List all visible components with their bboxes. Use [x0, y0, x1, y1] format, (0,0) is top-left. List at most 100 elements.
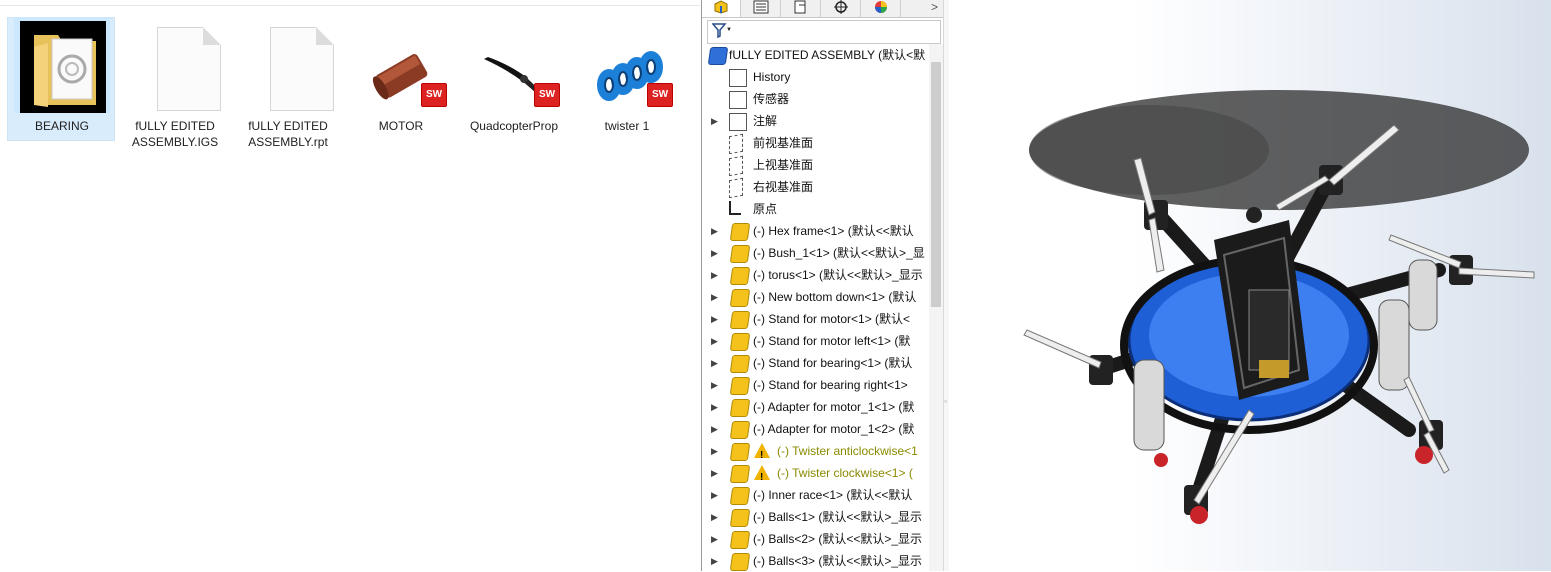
tree-node[interactable]: ▶ (-) Twister clockwise<1> ( [702, 462, 930, 484]
tree-node-label: (-) Stand for motor left<1> (默 [753, 334, 911, 348]
filter-dropdown-icon[interactable]: ▼ [726, 27, 732, 33]
tree-node-label: (-) Twister clockwise<1> ( [777, 466, 913, 480]
tree-node[interactable]: ▶ (-) Balls<1> (默认<<默认>_显示 [702, 506, 930, 528]
expand-arrow-icon[interactable]: ▶ [711, 220, 718, 242]
file-name: fULLY EDITED ASSEMBLY.rpt [248, 119, 328, 149]
tree-node[interactable]: ▶ 注解 [702, 110, 930, 132]
tree-node-label: (-) Inner race<1> (默认<<默认 [753, 488, 913, 502]
tree-node-label: (-) Hex frame<1> (默认<<默认 [753, 224, 914, 238]
tree-node[interactable]: History [702, 66, 930, 88]
scrollbar-thumb[interactable] [931, 62, 941, 307]
tree-node[interactable]: ▶ (-) Hex frame<1> (默认<<默认 [702, 220, 930, 242]
tree-node[interactable]: ▶ (-) Balls<2> (默认<<默认>_显示 [702, 528, 930, 550]
tree-node[interactable]: 前视基准面 [702, 132, 930, 154]
solidworks-badge-icon: SW [534, 83, 560, 107]
configurationmanager-tab-icon[interactable] [782, 0, 821, 17]
solidworks-badge-icon: SW [421, 83, 447, 107]
tree-node[interactable]: 右视基准面 [702, 176, 930, 198]
tree-node-label: (-) Twister anticlockwise<1 [777, 444, 918, 458]
tree-node-label: 前视基准面 [753, 136, 814, 150]
tree-root-label: fULLY EDITED ASSEMBLY (默认<默 [729, 48, 926, 62]
tree-node[interactable]: ▶ (-) Adapter for motor_1<1> (默 [702, 396, 930, 418]
featuremanager-tab-icon[interactable] [702, 0, 741, 17]
expand-arrow-icon[interactable]: ▶ [711, 352, 718, 374]
tree-node-label: (-) New bottom down<1> (默认 [753, 290, 917, 304]
graphics-viewport[interactable] [949, 0, 1551, 571]
part-icon [729, 399, 751, 417]
tree-node[interactable]: ▶ (-) Stand for bearing<1> (默认 [702, 352, 930, 374]
expand-arrow-icon[interactable]: ▶ [711, 110, 718, 132]
tree-filter-box[interactable]: ▼ [707, 20, 941, 44]
part-icon [729, 355, 751, 373]
file-item-igs[interactable]: fULLY EDITED ASSEMBLY.IGS [120, 17, 230, 150]
tree-node[interactable]: ▶ (-) New bottom down<1> (默认 [702, 286, 930, 308]
part-icon [729, 377, 751, 395]
file-name: QuadcopterProp [469, 119, 559, 133]
expand-arrow-icon[interactable]: ▶ [711, 264, 718, 286]
expand-arrow-icon[interactable]: ▶ [711, 286, 718, 308]
tree-node[interactable]: 原点 [702, 198, 930, 220]
tree-node-label: (-) Balls<2> (默认<<默认>_显示 [753, 532, 923, 546]
display-manager-tab-icon[interactable] [862, 0, 901, 17]
plane-icon [729, 177, 743, 198]
tree-node[interactable]: 上视基准面 [702, 154, 930, 176]
expand-arrow-icon[interactable]: ▶ [711, 308, 718, 330]
part-icon [729, 245, 751, 263]
dimxpert-tab-icon[interactable] [822, 0, 861, 17]
expand-arrow-icon[interactable]: ▶ [711, 440, 718, 462]
document-icon [240, 17, 336, 113]
tree-node[interactable]: ▶ (-) Stand for motor left<1> (默 [702, 330, 930, 352]
expand-arrow-icon[interactable]: ▶ [711, 242, 718, 264]
file-item-bearing[interactable]: BEARING [7, 17, 117, 141]
file-item-motor[interactable]: SW MOTOR [346, 17, 456, 134]
folder-icon [14, 17, 110, 113]
origin-icon [729, 201, 741, 215]
expand-arrow-icon[interactable]: ▶ [711, 374, 718, 396]
file-item-twister[interactable]: SW twister 1 [572, 17, 682, 134]
annotation-icon [729, 113, 747, 131]
solidworks-badge-icon: SW [647, 83, 673, 107]
warning-icon [729, 465, 751, 483]
plane-icon [729, 155, 743, 176]
tree-node[interactable]: ▶ (-) Balls<3> (默认<<默认>_显示 [702, 550, 930, 572]
expand-arrow-icon[interactable]: ▶ [711, 484, 718, 506]
tree-node[interactable]: ▶ (-) torus<1> (默认<<默认>_显示 [702, 264, 930, 286]
tree-node[interactable]: ▶ (-) Stand for bearing right<1> [702, 374, 930, 396]
tree-node[interactable]: ▶ (-) Adapter for motor_1<2> (默 [702, 418, 930, 440]
explorer-top-border [0, 0, 700, 6]
tree-root-assembly[interactable]: fULLY EDITED ASSEMBLY (默认<默 [702, 44, 930, 66]
document-icon [127, 17, 223, 113]
expand-arrow-icon[interactable]: ▶ [711, 550, 718, 572]
hexacopter-model[interactable] [949, 0, 1551, 571]
tabs-more-icon[interactable]: > [931, 0, 938, 14]
expand-arrow-icon[interactable]: ▶ [711, 418, 718, 440]
splitter-grip-icon[interactable]: ◦ [944, 396, 947, 406]
tree-node-label: (-) Balls<3> (默认<<默认>_显示 [753, 554, 923, 568]
expand-arrow-icon[interactable]: ▶ [711, 396, 718, 418]
tree-node[interactable]: ▶ (-) Stand for motor<1> (默认< [702, 308, 930, 330]
expand-arrow-icon[interactable]: ▶ [711, 462, 718, 484]
history-icon [729, 69, 747, 87]
tree-node[interactable]: ▶ (-) Bush_1<1> (默认<<默认>_显 [702, 242, 930, 264]
expand-arrow-icon[interactable]: ▶ [711, 330, 718, 352]
tree-node[interactable]: 传感器 [702, 88, 930, 110]
part-icon [729, 267, 751, 285]
warning-triangle-icon [754, 465, 770, 484]
expand-arrow-icon[interactable]: ▶ [711, 528, 718, 550]
file-name: BEARING [34, 119, 89, 133]
tree-node-label: (-) Adapter for motor_1<1> (默 [753, 400, 915, 414]
part-icon [729, 487, 751, 505]
tree-scrollbar[interactable] [929, 44, 943, 571]
tree-node[interactable]: ▶ (-) Twister anticlockwise<1 [702, 440, 930, 462]
file-item-quadcopterprop[interactable]: SW QuadcopterProp [459, 17, 569, 134]
file-item-rpt[interactable]: fULLY EDITED ASSEMBLY.rpt [233, 17, 343, 150]
tree-node[interactable]: ▶ (-) Inner race<1> (默认<<默认 [702, 484, 930, 506]
tree-node-label: 原点 [753, 202, 778, 216]
part-icon [729, 509, 751, 527]
propertymanager-tab-icon[interactable] [742, 0, 781, 17]
expand-arrow-icon[interactable]: ▶ [711, 506, 718, 528]
warning-icon [729, 443, 751, 461]
file-name: twister 1 [604, 119, 650, 133]
part-icon [729, 531, 751, 549]
tree-node-label: (-) Balls<1> (默认<<默认>_显示 [753, 510, 923, 524]
